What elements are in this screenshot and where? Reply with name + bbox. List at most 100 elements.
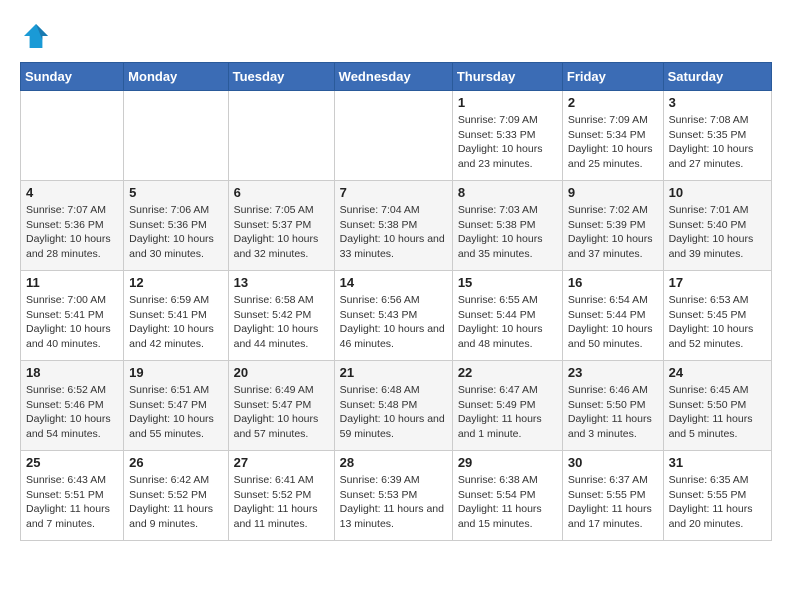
day-info: Sunrise: 6:52 AM Sunset: 5:46 PM Dayligh… bbox=[26, 383, 118, 442]
calendar-cell: 17 Sunrise: 6:53 AM Sunset: 5:45 PM Dayli… bbox=[663, 271, 771, 361]
calendar-cell: 8 Sunrise: 7:03 AM Sunset: 5:38 PM Daylig… bbox=[452, 181, 562, 271]
day-info: Sunrise: 6:46 AM Sunset: 5:50 PM Dayligh… bbox=[568, 383, 658, 442]
day-info: Sunrise: 7:07 AM Sunset: 5:36 PM Dayligh… bbox=[26, 203, 118, 262]
day-info: Sunrise: 7:01 AM Sunset: 5:40 PM Dayligh… bbox=[669, 203, 766, 262]
calendar-cell: 30 Sunrise: 6:37 AM Sunset: 5:55 PM Dayli… bbox=[562, 451, 663, 541]
calendar-header: SundayMondayTuesdayWednesdayThursdayFrid… bbox=[21, 63, 772, 91]
calendar-cell: 15Sunrise: 6:55 AM Sunset: 5:44 PM Dayli… bbox=[452, 271, 562, 361]
calendar-cell: 18Sunrise: 6:52 AM Sunset: 5:46 PM Dayli… bbox=[21, 361, 124, 451]
header-day: Wednesday bbox=[334, 63, 452, 91]
day-info: Sunrise: 6:55 AM Sunset: 5:44 PM Dayligh… bbox=[458, 293, 557, 352]
day-number: 30 bbox=[568, 455, 658, 470]
day-number: 28 bbox=[340, 455, 447, 470]
day-info: Sunrise: 6:47 AM Sunset: 5:49 PM Dayligh… bbox=[458, 383, 557, 442]
calendar-cell bbox=[21, 91, 124, 181]
day-info: Sunrise: 6:42 AM Sunset: 5:52 PM Dayligh… bbox=[129, 473, 222, 532]
day-number: 8 bbox=[458, 185, 557, 200]
day-number: 10 bbox=[669, 185, 766, 200]
header-day: Monday bbox=[124, 63, 228, 91]
day-number: 17 bbox=[669, 275, 766, 290]
calendar-body: 1 Sunrise: 7:09 AM Sunset: 5:33 PM Daylig… bbox=[21, 91, 772, 541]
day-info: Sunrise: 7:02 AM Sunset: 5:39 PM Dayligh… bbox=[568, 203, 658, 262]
day-number: 16 bbox=[568, 275, 658, 290]
calendar-cell: 29 Sunrise: 6:38 AM Sunset: 5:54 PM Dayli… bbox=[452, 451, 562, 541]
day-info: Sunrise: 7:09 AM Sunset: 5:34 PM Dayligh… bbox=[568, 113, 658, 172]
calendar-cell: 27 Sunrise: 6:41 AM Sunset: 5:52 PM Dayli… bbox=[228, 451, 334, 541]
day-number: 26 bbox=[129, 455, 222, 470]
calendar-week-row: 4 Sunrise: 7:07 AM Sunset: 5:36 PM Daylig… bbox=[21, 181, 772, 271]
calendar-week-row: 1 Sunrise: 7:09 AM Sunset: 5:33 PM Daylig… bbox=[21, 91, 772, 181]
calendar-cell: 13 Sunrise: 6:58 AM Sunset: 5:42 PM Dayli… bbox=[228, 271, 334, 361]
day-info: Sunrise: 6:58 AM Sunset: 5:42 PM Dayligh… bbox=[234, 293, 329, 352]
calendar-cell: 19 Sunrise: 6:51 AM Sunset: 5:47 PM Dayli… bbox=[124, 361, 228, 451]
day-info: Sunrise: 7:06 AM Sunset: 5:36 PM Dayligh… bbox=[129, 203, 222, 262]
header-day: Tuesday bbox=[228, 63, 334, 91]
day-number: 19 bbox=[129, 365, 222, 380]
day-number: 25 bbox=[26, 455, 118, 470]
day-info: Sunrise: 6:56 AM Sunset: 5:43 PM Dayligh… bbox=[340, 293, 447, 352]
day-number: 7 bbox=[340, 185, 447, 200]
calendar-cell: 6Sunrise: 7:05 AM Sunset: 5:37 PM Daylig… bbox=[228, 181, 334, 271]
day-info: Sunrise: 7:04 AM Sunset: 5:38 PM Dayligh… bbox=[340, 203, 447, 262]
calendar-cell bbox=[334, 91, 452, 181]
header-day: Sunday bbox=[21, 63, 124, 91]
page-header bbox=[20, 20, 772, 52]
header-day: Thursday bbox=[452, 63, 562, 91]
calendar-cell: 12Sunrise: 6:59 AM Sunset: 5:41 PM Dayli… bbox=[124, 271, 228, 361]
day-info: Sunrise: 6:37 AM Sunset: 5:55 PM Dayligh… bbox=[568, 473, 658, 532]
calendar-cell bbox=[228, 91, 334, 181]
calendar-cell: 14 Sunrise: 6:56 AM Sunset: 5:43 PM Dayli… bbox=[334, 271, 452, 361]
header-day: Saturday bbox=[663, 63, 771, 91]
day-number: 2 bbox=[568, 95, 658, 110]
day-info: Sunrise: 6:48 AM Sunset: 5:48 PM Dayligh… bbox=[340, 383, 447, 442]
day-info: Sunrise: 6:38 AM Sunset: 5:54 PM Dayligh… bbox=[458, 473, 557, 532]
day-number: 24 bbox=[669, 365, 766, 380]
day-info: Sunrise: 6:45 AM Sunset: 5:50 PM Dayligh… bbox=[669, 383, 766, 442]
day-number: 4 bbox=[26, 185, 118, 200]
calendar-week-row: 18Sunrise: 6:52 AM Sunset: 5:46 PM Dayli… bbox=[21, 361, 772, 451]
calendar-cell: 3 Sunrise: 7:08 AM Sunset: 5:35 PM Daylig… bbox=[663, 91, 771, 181]
day-info: Sunrise: 6:39 AM Sunset: 5:53 PM Dayligh… bbox=[340, 473, 447, 532]
header-day: Friday bbox=[562, 63, 663, 91]
calendar-cell bbox=[124, 91, 228, 181]
day-info: Sunrise: 6:51 AM Sunset: 5:47 PM Dayligh… bbox=[129, 383, 222, 442]
day-info: Sunrise: 6:53 AM Sunset: 5:45 PM Dayligh… bbox=[669, 293, 766, 352]
calendar-cell: 25Sunrise: 6:43 AM Sunset: 5:51 PM Dayli… bbox=[21, 451, 124, 541]
calendar-cell: 7 Sunrise: 7:04 AM Sunset: 5:38 PM Daylig… bbox=[334, 181, 452, 271]
calendar-week-row: 25Sunrise: 6:43 AM Sunset: 5:51 PM Dayli… bbox=[21, 451, 772, 541]
calendar-cell: 31Sunrise: 6:35 AM Sunset: 5:55 PM Dayli… bbox=[663, 451, 771, 541]
day-number: 14 bbox=[340, 275, 447, 290]
logo-icon bbox=[20, 20, 52, 52]
day-number: 13 bbox=[234, 275, 329, 290]
day-number: 3 bbox=[669, 95, 766, 110]
day-info: Sunrise: 7:08 AM Sunset: 5:35 PM Dayligh… bbox=[669, 113, 766, 172]
calendar-cell: 11Sunrise: 7:00 AM Sunset: 5:41 PM Dayli… bbox=[21, 271, 124, 361]
calendar-cell: 24 Sunrise: 6:45 AM Sunset: 5:50 PM Dayli… bbox=[663, 361, 771, 451]
calendar-cell: 28 Sunrise: 6:39 AM Sunset: 5:53 PM Dayli… bbox=[334, 451, 452, 541]
calendar-cell: 10 Sunrise: 7:01 AM Sunset: 5:40 PM Dayli… bbox=[663, 181, 771, 271]
day-info: Sunrise: 6:59 AM Sunset: 5:41 PM Dayligh… bbox=[129, 293, 222, 352]
calendar-cell: 4 Sunrise: 7:07 AM Sunset: 5:36 PM Daylig… bbox=[21, 181, 124, 271]
logo bbox=[20, 20, 58, 52]
day-number: 9 bbox=[568, 185, 658, 200]
day-number: 23 bbox=[568, 365, 658, 380]
day-info: Sunrise: 7:09 AM Sunset: 5:33 PM Dayligh… bbox=[458, 113, 557, 172]
calendar-cell: 5 Sunrise: 7:06 AM Sunset: 5:36 PM Daylig… bbox=[124, 181, 228, 271]
calendar-cell: 20Sunrise: 6:49 AM Sunset: 5:47 PM Dayli… bbox=[228, 361, 334, 451]
calendar-cell: 16Sunrise: 6:54 AM Sunset: 5:44 PM Dayli… bbox=[562, 271, 663, 361]
day-number: 20 bbox=[234, 365, 329, 380]
day-number: 11 bbox=[26, 275, 118, 290]
calendar-cell: 1 Sunrise: 7:09 AM Sunset: 5:33 PM Daylig… bbox=[452, 91, 562, 181]
calendar-cell: 2 Sunrise: 7:09 AM Sunset: 5:34 PM Daylig… bbox=[562, 91, 663, 181]
day-number: 31 bbox=[669, 455, 766, 470]
day-number: 5 bbox=[129, 185, 222, 200]
day-number: 27 bbox=[234, 455, 329, 470]
day-info: Sunrise: 7:03 AM Sunset: 5:38 PM Dayligh… bbox=[458, 203, 557, 262]
day-number: 29 bbox=[458, 455, 557, 470]
day-number: 21 bbox=[340, 365, 447, 380]
header-row: SundayMondayTuesdayWednesdayThursdayFrid… bbox=[21, 63, 772, 91]
calendar-cell: 26 Sunrise: 6:42 AM Sunset: 5:52 PM Dayli… bbox=[124, 451, 228, 541]
day-number: 6 bbox=[234, 185, 329, 200]
day-info: Sunrise: 6:41 AM Sunset: 5:52 PM Dayligh… bbox=[234, 473, 329, 532]
day-number: 1 bbox=[458, 95, 557, 110]
